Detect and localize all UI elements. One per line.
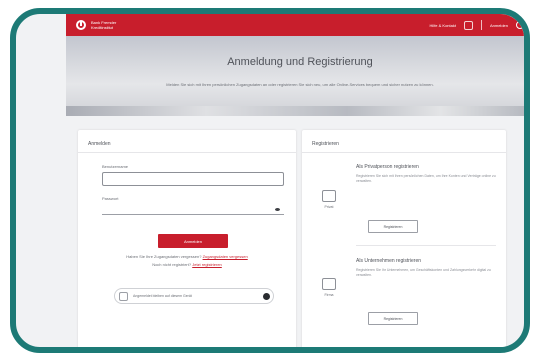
bank-logo[interactable]: Bank Fremder Kreditinstitut [76,20,116,30]
top-bar: Bank Fremder Kreditinstitut Hilfe & Kont… [66,14,524,36]
forgot-text: Haben Sie Ihre Zugangsdaten vergessen? [126,254,202,259]
page-title: Anmeldung und Registrierung [227,56,373,68]
help-link[interactable]: Hilfe & Kontakt [430,23,456,28]
show-password-icon[interactable] [275,208,280,211]
search-icon[interactable] [516,21,524,29]
hero-banner: Anmeldung und Registrierung Melden Sie s… [66,36,524,116]
forgot-credentials-line: Haben Sie Ihre Zugangsdaten vergessen? Z… [78,254,296,259]
username-input[interactable] [102,172,284,186]
building-icon [322,278,336,290]
password-label: Passwort [102,196,119,201]
business-register-title: Als Unternehmen registrieren [356,258,422,264]
divider [302,152,506,153]
private-label: Privat [324,205,334,209]
username-label: Benutzername [102,164,129,169]
login-link[interactable]: Anmelden [490,23,508,28]
register-link[interactable]: Jetzt registrieren [192,262,222,267]
brand-subtitle: Kreditinstitut [91,25,114,30]
remember-toggle[interactable] [263,292,270,300]
business-register-button[interactable]: Registrieren [368,312,418,325]
divider [480,20,482,30]
login-title: Anmelden [88,141,111,147]
divider [78,152,296,153]
password-input[interactable] [102,214,284,215]
page-description: Melden Sie sich mit Ihren persönlichen Z… [166,82,434,87]
private-register-desc: Registrieren Sie sich mit Ihren persönli… [356,174,496,183]
private-register-title: Als Privatperson registrieren [356,164,419,170]
register-title: Registrieren [312,141,339,147]
person-icon [322,190,336,202]
remember-me[interactable]: Angemeldet bleiben auf diesem Gerät [114,288,274,304]
remember-text: Angemeldet bleiben auf diesem Gerät [133,294,192,298]
login-button[interactable]: Anmelden [158,234,228,248]
logo-icon [76,20,86,30]
divider [356,245,496,246]
login-card: Anmelden Benutzername Passwort Anmelden … [78,130,296,347]
register-line: Noch nicht registriert? Jetzt registrier… [78,262,296,267]
menu-icon[interactable] [463,20,473,30]
private-register-button[interactable]: Registrieren [368,220,418,233]
business-label: Firma [324,293,334,297]
device-icon [119,291,128,301]
forgot-link[interactable]: Zugangsdaten vergessen [203,254,248,259]
register-text: Noch nicht registriert? [152,262,192,267]
register-card: Registrieren Privat Als Privatperson reg… [302,130,506,347]
device-frame: Bank Fremder Kreditinstitut Hilfe & Kont… [10,8,530,353]
business-register-desc: Registrieren Sie Ihr Unternehmen, um Ges… [356,268,491,277]
